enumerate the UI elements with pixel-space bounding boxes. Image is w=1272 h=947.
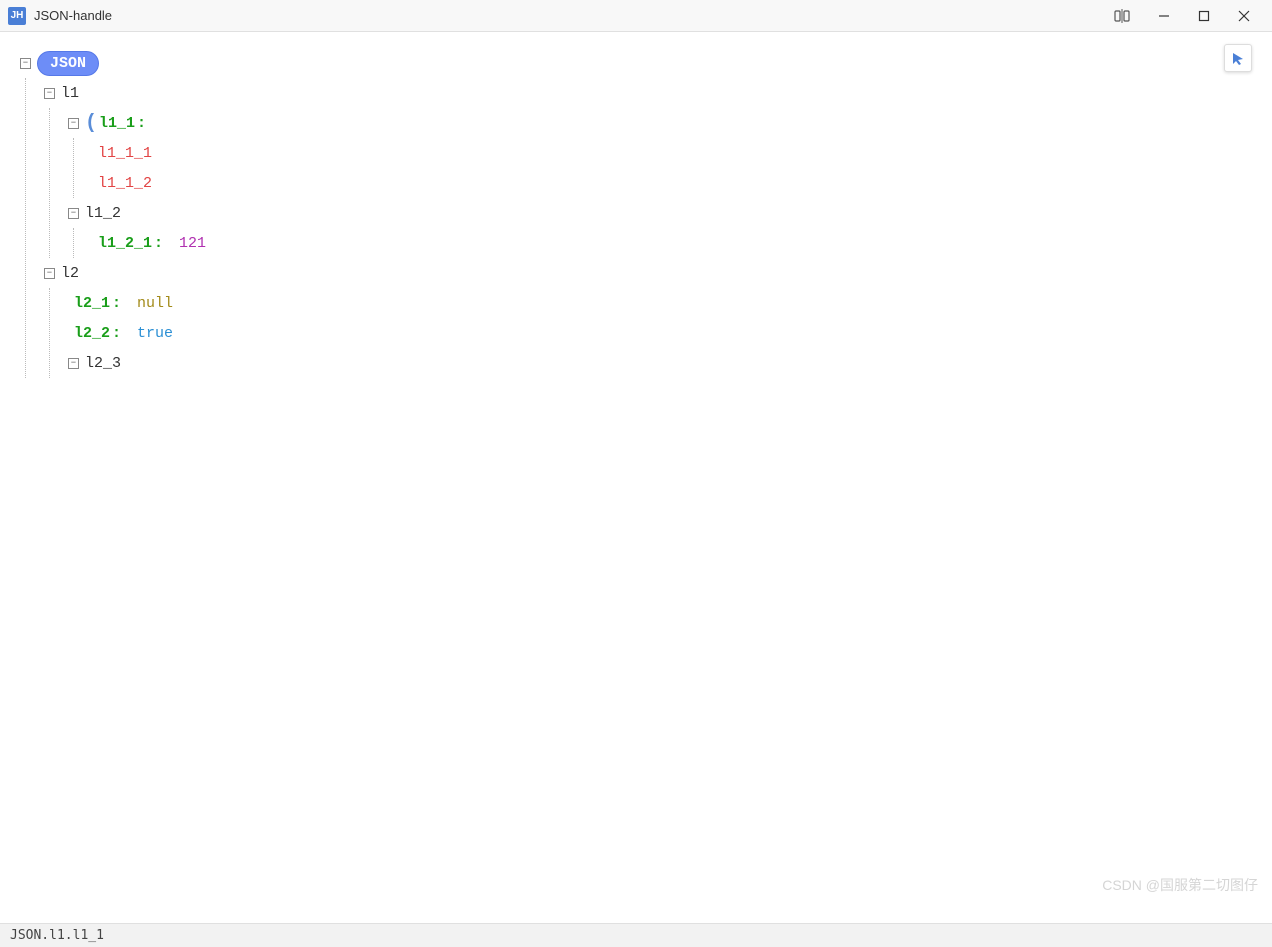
tree-node-l1-1-2[interactable]: l1_1_2 [98, 168, 1272, 198]
array-bracket-icon: ( [85, 112, 97, 135]
titlebar: JH JSON-handle [0, 0, 1272, 32]
tree-node-l2-2[interactable]: l2_2 : true [74, 318, 1272, 348]
toggle-icon[interactable]: − [68, 118, 79, 129]
node-value: null [137, 295, 173, 312]
json-tree: − JSON − l1 − ( l1_1 : [0, 32, 1272, 378]
node-key: l2_3 [85, 355, 121, 372]
tree-node-l1-2-1[interactable]: l1_2_1 : 121 [98, 228, 1272, 258]
window-title: JSON-handle [34, 8, 1104, 23]
colon: : [112, 325, 121, 342]
maximize-button[interactable] [1184, 2, 1224, 30]
node-value: l1_1_1 [98, 145, 152, 162]
node-value: 121 [179, 235, 206, 252]
node-key: l2 [61, 265, 79, 282]
tree-node-l2[interactable]: − l2 [44, 258, 1272, 288]
app-window: JH JSON-handle − JSON [0, 0, 1272, 947]
toggle-icon[interactable]: − [44, 268, 55, 279]
titlebar-extra-icon[interactable] [1104, 9, 1140, 23]
watermark-text: CSDN @国服第二切图仔 [1102, 875, 1258, 895]
minimize-button[interactable] [1144, 2, 1184, 30]
app-icon: JH [8, 7, 26, 25]
node-key: l1_1 [99, 115, 135, 132]
content-area: − JSON − l1 − ( l1_1 : [0, 32, 1272, 923]
toggle-icon[interactable]: − [20, 58, 31, 69]
node-key: l1_2_1 [98, 235, 152, 252]
colon: : [137, 115, 146, 132]
tree-node-l2-1[interactable]: l2_1 : null [74, 288, 1272, 318]
colon: : [112, 295, 121, 312]
tree-node-l2-3[interactable]: − l2_3 [68, 348, 1272, 378]
close-button[interactable] [1224, 2, 1264, 30]
toggle-icon[interactable]: − [68, 208, 79, 219]
node-key: l2_1 [74, 295, 110, 312]
toggle-icon[interactable]: − [68, 358, 79, 369]
tree-node-l1-2[interactable]: − l1_2 [68, 198, 1272, 228]
node-value: true [137, 325, 173, 342]
toggle-icon[interactable]: − [44, 88, 55, 99]
window-controls [1144, 2, 1264, 30]
node-key: l1 [61, 85, 79, 102]
statusbar: JSON.l1.l1_1 [0, 923, 1272, 947]
node-key: l2_2 [74, 325, 110, 342]
tree-node-l1-1[interactable]: − ( l1_1 : [68, 108, 1272, 138]
status-path: JSON.l1.l1_1 [10, 928, 104, 943]
node-value: l1_1_2 [98, 175, 152, 192]
tree-node-l1-1-1[interactable]: l1_1_1 [98, 138, 1272, 168]
tree-node-l1[interactable]: − l1 [44, 78, 1272, 108]
tree-node-root[interactable]: − JSON [20, 48, 1272, 78]
node-key: l1_2 [85, 205, 121, 222]
root-badge: JSON [37, 51, 99, 76]
colon: : [154, 235, 163, 252]
